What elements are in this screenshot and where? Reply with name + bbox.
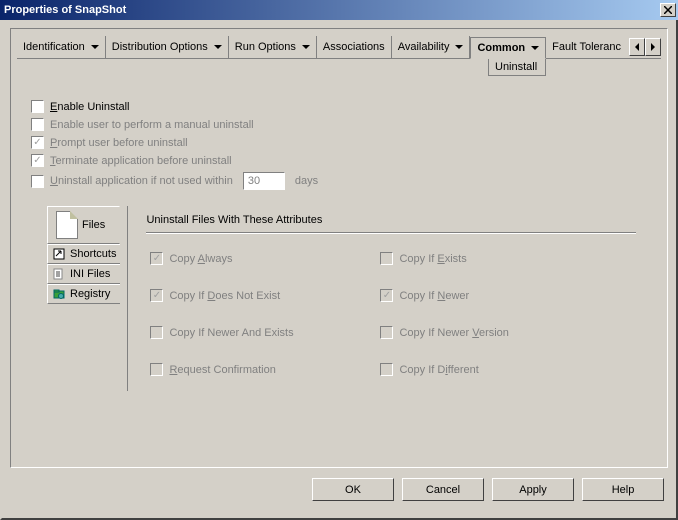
attr-copy-if-different-checkbox: [380, 363, 393, 376]
attr-copy-if-does-not-exist-label: Copy If Does Not Exist: [169, 290, 280, 302]
enable-uninstall-checkbox[interactable]: [31, 100, 44, 113]
enable-manual-checkbox: [31, 118, 44, 131]
separator: [146, 232, 636, 233]
attr-copy-if-newer-version-label: Copy If Newer Version: [399, 327, 508, 339]
triangle-right-icon: [651, 43, 655, 51]
close-button[interactable]: [660, 3, 676, 17]
attr-request-confirmation-label: Request Confirmation: [169, 364, 275, 376]
tab-identification[interactable]: Identification: [17, 36, 106, 58]
enable-uninstall-label: Enable Uninstall: [50, 101, 130, 113]
side-tab-files[interactable]: Files: [47, 206, 120, 244]
tab-fault-tolerance[interactable]: Fault Toleranc: [546, 36, 627, 58]
shortcut-icon: [52, 247, 66, 261]
triangle-left-icon: [635, 43, 639, 51]
uninstall-days-input: 30: [243, 172, 285, 190]
prompt-before-checkbox: ✓: [31, 136, 44, 149]
uninstall-days-checkbox: [31, 175, 44, 188]
attr-copy-if-newer-and-exists-label: Copy If Newer And Exists: [169, 327, 293, 339]
chevron-down-icon: [214, 45, 222, 49]
tab-common[interactable]: Common: [470, 37, 546, 59]
enable-manual-label: Enable user to perform a manual uninstal…: [50, 119, 254, 131]
tab-bar: Identification Distribution Options Run …: [17, 35, 661, 59]
attr-copy-if-newer-and-exists-checkbox: [150, 326, 163, 339]
terminate-before-label: Terminate application before uninstall: [50, 155, 232, 167]
attr-copy-if-exists-label: Copy If Exists: [399, 253, 466, 265]
attr-copy-if-does-not-exist-checkbox: ✓: [150, 289, 163, 302]
side-tab-ini-files[interactable]: INI Files: [47, 264, 120, 284]
content-area: Enable Uninstall Enable user to perform …: [17, 59, 661, 401]
side-tab-registry[interactable]: Registry: [47, 284, 120, 304]
tab-associations[interactable]: Associations: [317, 36, 392, 58]
attr-copy-if-exists-checkbox: [380, 252, 393, 265]
tab-run-options[interactable]: Run Options: [229, 36, 317, 58]
side-tab-shortcuts[interactable]: Shortcuts: [47, 244, 120, 264]
apply-button[interactable]: Apply: [492, 478, 574, 501]
tab-availability[interactable]: Availability: [392, 36, 471, 58]
ini-icon: [52, 267, 66, 281]
titlebar: Properties of SnapShot: [0, 0, 678, 20]
terminate-before-checkbox: ✓: [31, 154, 44, 167]
attr-copy-if-newer-checkbox: ✓: [380, 289, 393, 302]
registry-icon: [52, 287, 66, 301]
window-title: Properties of SnapShot: [4, 4, 126, 16]
attr-copy-if-newer-version-checkbox: [380, 326, 393, 339]
ok-button[interactable]: OK: [312, 478, 394, 501]
window-body: Identification Distribution Options Run …: [0, 20, 678, 520]
tab-scroll-left[interactable]: [629, 38, 645, 56]
attributes-title: Uninstall Files With These Attributes: [146, 212, 636, 226]
attr-request-confirmation-checkbox: [150, 363, 163, 376]
tab-distribution-options[interactable]: Distribution Options: [106, 36, 229, 58]
dialog-buttons: OK Cancel Apply Help: [10, 478, 668, 501]
chevron-down-icon: [91, 45, 99, 49]
tab-scroll-right[interactable]: [645, 38, 661, 56]
chevron-down-icon: [455, 45, 463, 49]
attr-copy-if-newer-label: Copy If Newer: [399, 290, 469, 302]
uninstall-days-label: Uninstall application if not used within: [50, 175, 233, 187]
help-button[interactable]: Help: [582, 478, 664, 501]
chevron-down-icon: [531, 46, 539, 50]
attributes-panel: Files Shortcuts INI Files Registry: [31, 206, 647, 391]
chevron-down-icon: [302, 45, 310, 49]
attr-copy-always-label: Copy Always: [169, 253, 232, 265]
attr-copy-always-checkbox: ✓: [150, 252, 163, 265]
cancel-button[interactable]: Cancel: [402, 478, 484, 501]
prompt-before-label: Prompt user before uninstall: [50, 137, 188, 149]
attr-copy-if-different-label: Copy If Different: [399, 364, 478, 376]
uninstall-days-suffix: days: [295, 175, 318, 187]
tab-common-submenu[interactable]: Uninstall: [488, 59, 546, 76]
file-icon: [56, 211, 78, 239]
